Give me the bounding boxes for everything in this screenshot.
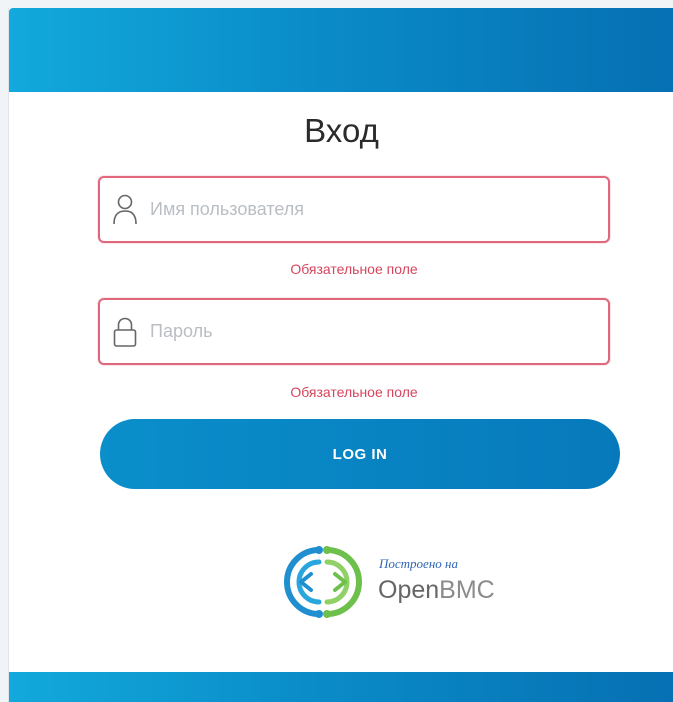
password-field[interactable] (98, 298, 610, 365)
brand-open: Open (378, 576, 440, 604)
footer-bar (9, 672, 673, 702)
password-error: Обязательное поле (290, 384, 418, 400)
username-error: Обязательное поле (290, 261, 418, 277)
user-icon (113, 194, 137, 225)
brand-bmc: BMC (439, 576, 495, 604)
username-field[interactable] (98, 176, 610, 243)
openbmc-logo: Построено на OpenBMC (275, 536, 525, 626)
page-title: Вход (304, 112, 379, 149)
login-page: Вход Обязательное поле Обязательное поле… (0, 0, 673, 702)
header-bar (9, 8, 673, 92)
openbmc-logo-icon (284, 546, 362, 618)
username-input[interactable] (150, 178, 590, 241)
brand-name: OpenBMC (378, 576, 495, 605)
password-input[interactable] (150, 300, 590, 363)
built-on-label: Построено на (379, 556, 458, 571)
login-card: Вход Обязательное поле Обязательное поле… (8, 8, 673, 702)
login-button[interactable]: LOG IN (100, 419, 620, 489)
lock-icon (113, 317, 137, 347)
